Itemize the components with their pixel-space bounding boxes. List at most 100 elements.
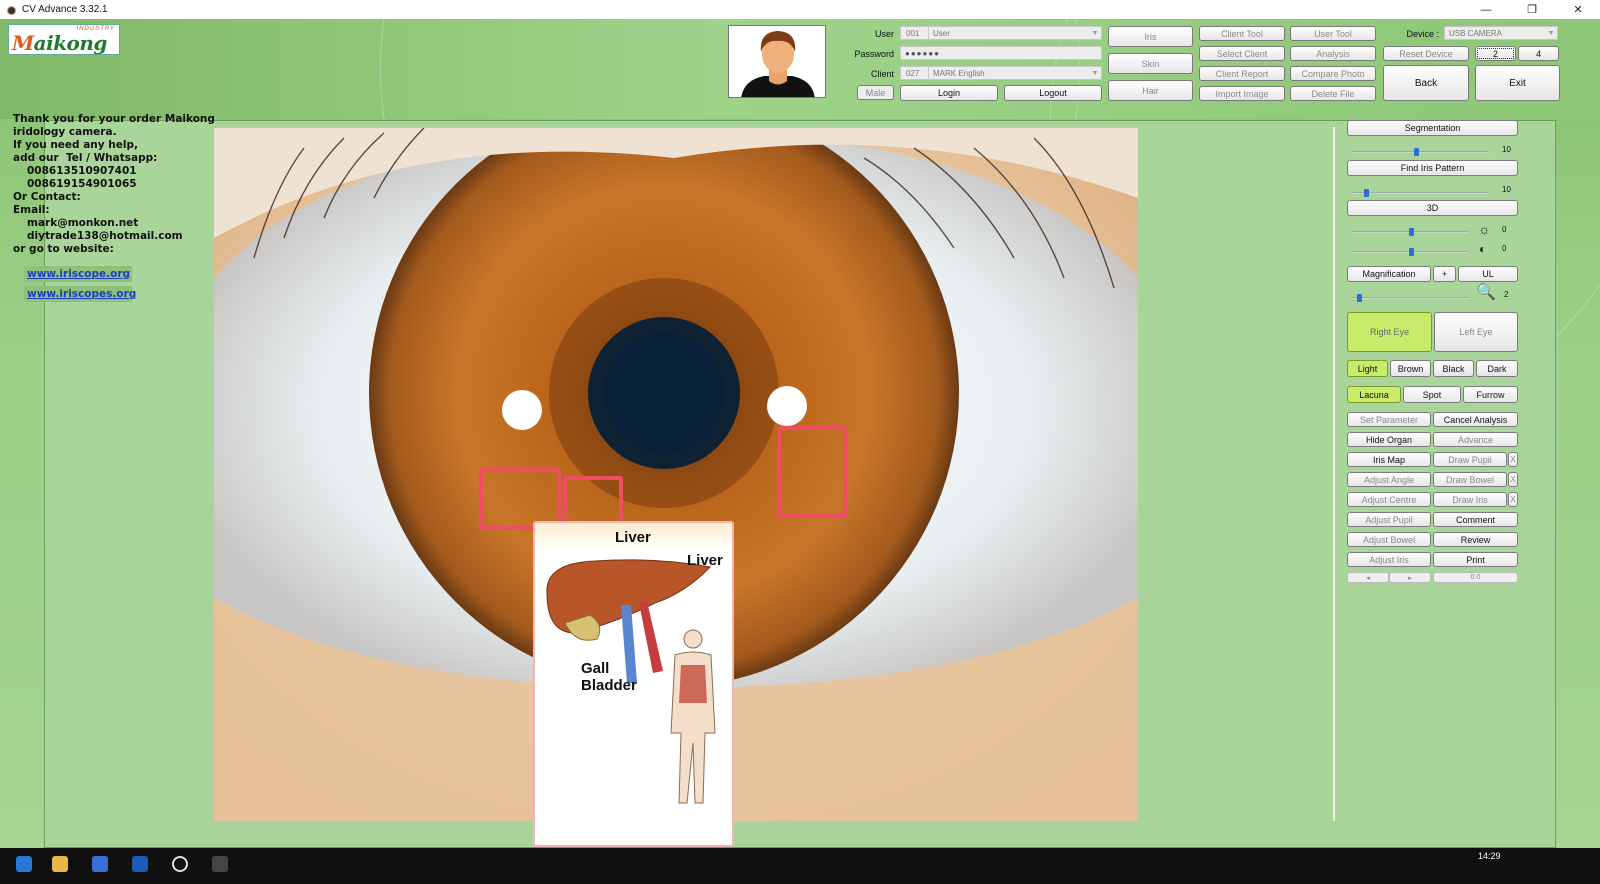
password-field[interactable]: ●●●●●● bbox=[900, 46, 1102, 60]
grid-2-button[interactable]: 2 bbox=[1475, 46, 1516, 61]
magnification-button[interactable]: Magnification bbox=[1347, 266, 1431, 282]
back-button[interactable]: Back bbox=[1383, 65, 1469, 101]
chevron-down-icon: ▼ bbox=[1091, 69, 1099, 77]
organ-label-bladder: Bladder bbox=[581, 677, 637, 694]
title-bar: CV Advance 3.32.1 — ❐ ✕ bbox=[0, 0, 1600, 19]
furrow-button[interactable]: Furrow bbox=[1463, 386, 1518, 403]
phone-number: 008613510907401 bbox=[27, 165, 137, 177]
analysis-button[interactable]: Analysis bbox=[1290, 46, 1376, 61]
cancel-analysis-button[interactable]: Cancel Analysis bbox=[1433, 412, 1518, 427]
panel-divider bbox=[1333, 127, 1335, 821]
camera-app-icon[interactable] bbox=[212, 856, 228, 872]
login-button[interactable]: Login bbox=[900, 85, 998, 101]
contact-line: or go to website: bbox=[13, 243, 114, 255]
user-tool-button[interactable]: User Tool bbox=[1290, 26, 1376, 41]
hide-organ-button[interactable]: Hide Organ bbox=[1347, 432, 1431, 447]
print-button[interactable]: Print bbox=[1433, 552, 1518, 567]
organ-popup-title: Liver bbox=[615, 529, 651, 546]
logout-button[interactable]: Logout bbox=[1004, 85, 1102, 101]
previous-button[interactable]: ◂ bbox=[1347, 572, 1389, 583]
device-select[interactable]: USB CAMERA ▼ bbox=[1444, 26, 1558, 40]
draw-bowel-button[interactable]: Draw Bowel bbox=[1433, 472, 1507, 487]
restore-button[interactable]: ❐ bbox=[1509, 0, 1555, 19]
device-label: Device : bbox=[1406, 29, 1439, 39]
iris-module-button[interactable]: Iris bbox=[1108, 26, 1193, 47]
clear-pupil-button[interactable]: X bbox=[1508, 452, 1518, 467]
contrast-icon: ◐ bbox=[1479, 242, 1487, 256]
contrast-slider[interactable] bbox=[1352, 248, 1469, 256]
review-button[interactable]: Review bbox=[1433, 532, 1518, 547]
client-report-button[interactable]: Client Report bbox=[1199, 66, 1285, 81]
delete-file-button[interactable]: Delete File bbox=[1290, 86, 1376, 101]
email-address: mark@monkon.net bbox=[27, 217, 139, 229]
right-eye-button[interactable]: Right Eye bbox=[1347, 312, 1432, 352]
zoom-plus-button[interactable]: + bbox=[1433, 266, 1456, 282]
left-eye-button[interactable]: Left Eye bbox=[1434, 312, 1518, 352]
grid-4-button[interactable]: 4 bbox=[1518, 46, 1559, 61]
select-client-button[interactable]: Select Client bbox=[1199, 46, 1285, 61]
contact-line: add our Tel / Whatsapp: bbox=[13, 152, 158, 164]
spot-button[interactable]: Spot bbox=[1403, 386, 1461, 403]
iris-map-button[interactable]: Iris Map bbox=[1347, 452, 1431, 467]
adjust-bowel-button[interactable]: Adjust Bowel bbox=[1347, 532, 1431, 547]
clear-bowel-button[interactable]: X bbox=[1508, 472, 1518, 487]
user-select[interactable]: 001 User ▼ bbox=[900, 26, 1102, 40]
set-parameter-button[interactable]: Set Parameter bbox=[1347, 412, 1431, 427]
contact-line: Email: bbox=[13, 204, 50, 216]
client-select[interactable]: 027 MARK English ▼ bbox=[900, 66, 1102, 80]
website-link[interactable]: www.iriscope.org bbox=[24, 266, 132, 282]
app-icon[interactable] bbox=[172, 856, 188, 872]
3d-button[interactable]: 3D bbox=[1347, 200, 1518, 216]
segmentation-button[interactable]: Segmentation bbox=[1347, 120, 1518, 136]
eye-app-icon bbox=[6, 4, 17, 15]
adjust-iris-button[interactable]: Adjust Iris bbox=[1347, 552, 1431, 567]
pattern-slider[interactable] bbox=[1352, 189, 1489, 197]
slider-thumb[interactable] bbox=[1414, 148, 1419, 156]
start-icon[interactable] bbox=[16, 856, 32, 872]
close-button[interactable]: ✕ bbox=[1555, 0, 1600, 19]
contrast-value: 0 bbox=[1502, 244, 1507, 253]
brightness-slider[interactable] bbox=[1352, 228, 1469, 236]
import-image-button[interactable]: Import Image bbox=[1199, 86, 1285, 101]
compare-photo-button[interactable]: Compare Photo bbox=[1290, 66, 1376, 81]
store-icon[interactable] bbox=[132, 856, 148, 872]
adjust-pupil-button[interactable]: Adjust Pupil bbox=[1347, 512, 1431, 527]
taskbar: 14:29 bbox=[0, 848, 1600, 884]
exit-button[interactable]: Exit bbox=[1475, 65, 1560, 101]
slider-thumb[interactable] bbox=[1364, 189, 1369, 197]
lacuna-button[interactable]: Lacuna bbox=[1347, 386, 1401, 403]
black-iris-button[interactable]: Black bbox=[1433, 360, 1474, 377]
gender-button[interactable]: Male bbox=[857, 85, 894, 100]
clear-iris-button[interactable]: X bbox=[1508, 492, 1518, 507]
slider-thumb[interactable] bbox=[1357, 294, 1362, 302]
advance-button[interactable]: Advance bbox=[1433, 432, 1518, 447]
browser-icon[interactable] bbox=[92, 856, 108, 872]
hair-module-button[interactable]: Hair bbox=[1108, 80, 1193, 101]
minimize-button[interactable]: — bbox=[1463, 0, 1509, 19]
slider-thumb[interactable] bbox=[1409, 228, 1414, 236]
magnification-slider[interactable] bbox=[1352, 294, 1469, 302]
segmentation-slider[interactable] bbox=[1352, 148, 1489, 156]
slider-thumb[interactable] bbox=[1409, 248, 1414, 256]
device-value: USB CAMERA bbox=[1449, 28, 1502, 38]
file-explorer-icon[interactable] bbox=[52, 856, 68, 872]
website-link[interactable]: www.iriscopes.org bbox=[24, 286, 136, 302]
skin-module-button[interactable]: Skin bbox=[1108, 53, 1193, 74]
adjust-centre-button[interactable]: Adjust Centre bbox=[1347, 492, 1431, 507]
adjust-angle-button[interactable]: Adjust Angle bbox=[1347, 472, 1431, 487]
organ-popup: Liver Liver Gall Bladder bbox=[533, 521, 734, 847]
dark-iris-button[interactable]: Dark bbox=[1476, 360, 1518, 377]
highlight-box[interactable] bbox=[777, 426, 847, 518]
password-value: ●●●●●● bbox=[905, 48, 940, 58]
next-button[interactable]: ▸ bbox=[1389, 572, 1431, 583]
client-tool-button[interactable]: Client Tool bbox=[1199, 26, 1285, 41]
draw-iris-button[interactable]: Draw Iris bbox=[1433, 492, 1507, 507]
reset-device-button[interactable]: Reset Device bbox=[1383, 46, 1469, 61]
brightness-icon: ☼ bbox=[1478, 221, 1491, 237]
ul-button[interactable]: UL bbox=[1458, 266, 1518, 282]
comment-button[interactable]: Comment bbox=[1433, 512, 1518, 527]
find-iris-pattern-button[interactable]: Find Iris Pattern bbox=[1347, 160, 1518, 176]
light-iris-button[interactable]: Light bbox=[1347, 360, 1388, 377]
draw-pupil-button[interactable]: Draw Pupil bbox=[1433, 452, 1507, 467]
brown-iris-button[interactable]: Brown bbox=[1390, 360, 1431, 377]
